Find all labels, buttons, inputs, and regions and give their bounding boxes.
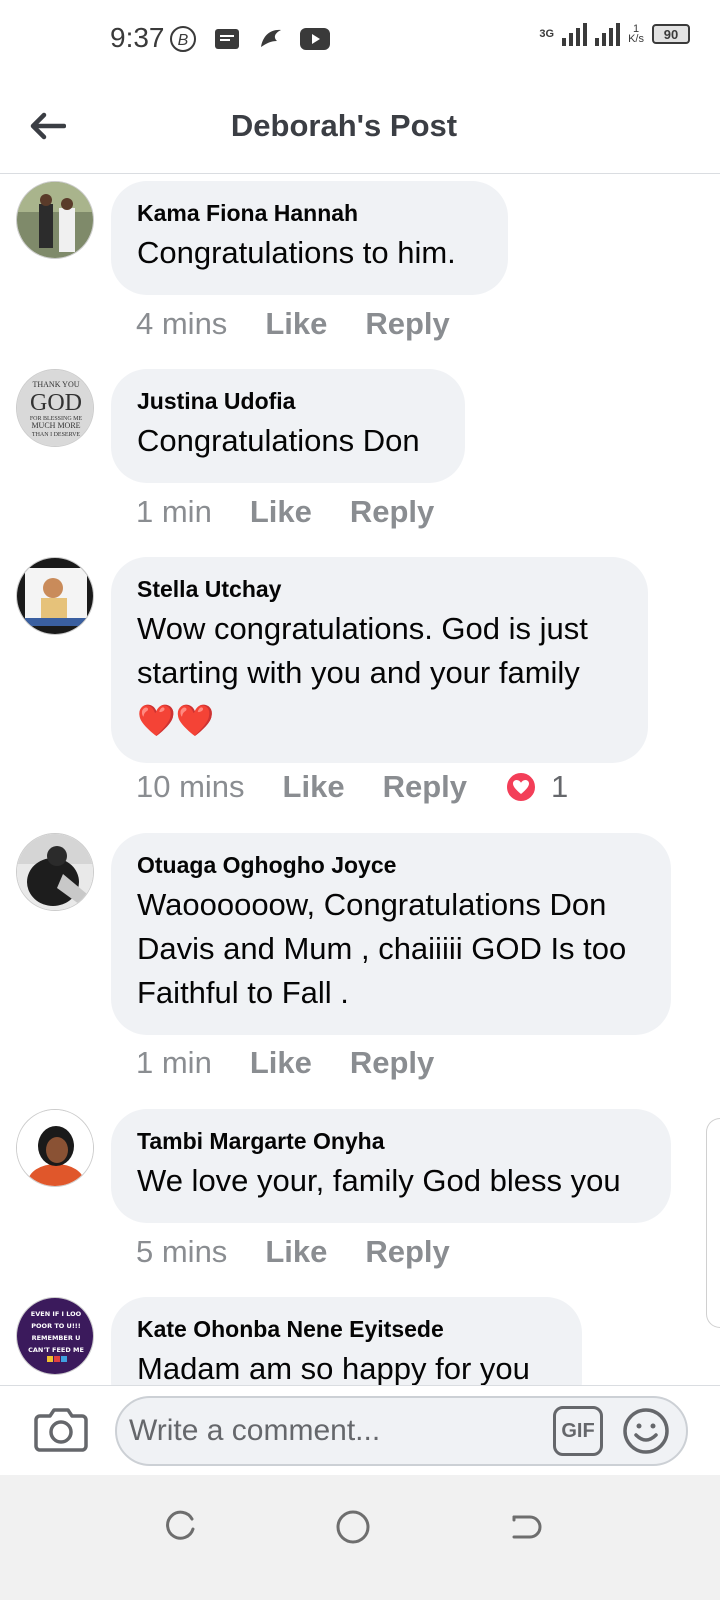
svg-text:B: B: [178, 32, 189, 49]
avatar[interactable]: EVEN IF I LOO POOR TO U!!! REMEMBER U CA…: [16, 1297, 94, 1375]
reply-button[interactable]: Reply: [365, 306, 449, 342]
camera-button[interactable]: [34, 1404, 88, 1454]
like-button[interactable]: Like: [283, 769, 345, 805]
comment-composer: GIF: [0, 1385, 720, 1475]
network-type: 3G: [539, 28, 555, 40]
camera-icon: [34, 1408, 88, 1452]
comment-actions: 5 mins Like Reply: [136, 1234, 488, 1270]
avatar-line-4: CAN'T FEED ME: [28, 1346, 84, 1354]
comment-text: Congratulations to him.: [137, 235, 456, 270]
avatar-line-2: POOR TO U!!!: [31, 1322, 81, 1330]
comment-actions: 1 min Like Reply: [136, 1045, 472, 1081]
comment-bubble[interactable]: Tambi Margarte Onyha We love your, famil…: [111, 1109, 671, 1223]
comment-bubble[interactable]: Otuaga Oghogho Joyce Waoooooow, Congratu…: [111, 833, 671, 1035]
smiley-icon: [623, 1408, 669, 1454]
comment-actions: 4 mins Like Reply: [136, 306, 488, 342]
avatar-line-3: REMEMBER U: [32, 1334, 81, 1342]
status-bar: 9:37 B 3G 1 K/s 90: [0, 0, 720, 80]
like-button[interactable]: Like: [250, 1045, 312, 1081]
avatar[interactable]: [16, 833, 94, 911]
avatar-line-1: THANK YOU: [32, 380, 79, 389]
comment-list[interactable]: Kama Fiona Hannah Congratulations to him…: [0, 175, 720, 1385]
status-right-group: 3G 1 K/s 90: [539, 22, 690, 46]
recents-button[interactable]: [156, 1503, 204, 1551]
comment-bubble[interactable]: Justina Udofia Congratulations Don: [111, 369, 465, 483]
bird-app-icon: [256, 24, 286, 54]
heart-reaction-icon: [505, 771, 537, 803]
comment-time: 10 mins: [136, 769, 245, 804]
like-button[interactable]: Like: [265, 1234, 327, 1270]
reply-button[interactable]: Reply: [383, 769, 467, 805]
comment-input-wrapper: GIF: [115, 1396, 688, 1466]
message-icon: [212, 24, 242, 54]
recents-icon: [166, 1510, 195, 1540]
signal-icon: [562, 22, 588, 46]
avatar-line-4: MUCH MORE: [31, 421, 80, 430]
back-nav-button[interactable]: [502, 1503, 550, 1551]
avatar[interactable]: [16, 557, 94, 635]
comment-text: Congratulations Don: [137, 423, 420, 458]
commenter-name[interactable]: Otuaga Oghogho Joyce: [137, 851, 645, 879]
top-bar: Deborah's Post: [0, 80, 720, 174]
status-notification-icons: B: [168, 24, 330, 54]
reaction-summary[interactable]: 1: [505, 769, 568, 805]
gif-label: GIF: [561, 1419, 595, 1442]
comment-bubble[interactable]: Stella Utchay Wow congratulations. God i…: [111, 557, 648, 763]
home-circle-icon: [336, 1510, 370, 1544]
gif-button[interactable]: GIF: [553, 1406, 603, 1456]
comment-actions: 10 mins Like Reply 1: [136, 769, 568, 805]
comment-input[interactable]: [129, 1406, 549, 1456]
comment-time: 1 min: [136, 494, 212, 529]
back-nav-icon: [512, 1515, 542, 1539]
comment-text: Waoooooow, Congratulations Don Davis and…: [137, 887, 627, 1010]
comment-emoji: ❤️❤️: [137, 703, 215, 739]
avatar-line-5: THAN I DESERVE: [32, 432, 81, 438]
comment-time: 1 min: [136, 1045, 212, 1080]
reply-button[interactable]: Reply: [350, 494, 434, 530]
comment-time: 4 mins: [136, 306, 228, 341]
b-circle-icon: B: [168, 24, 198, 54]
commenter-name[interactable]: Kama Fiona Hannah: [137, 199, 482, 227]
commenter-name[interactable]: Justina Udofia: [137, 387, 439, 415]
avatar[interactable]: [16, 181, 94, 259]
comment-time: 5 mins: [136, 1234, 228, 1269]
reply-button[interactable]: Reply: [365, 1234, 449, 1270]
reply-button[interactable]: Reply: [350, 1045, 434, 1081]
like-button[interactable]: Like: [265, 306, 327, 342]
avatar-line-1: EVEN IF I LOO: [31, 1310, 82, 1318]
signal-icon-2: [595, 22, 621, 46]
avatar[interactable]: [16, 1109, 94, 1187]
net-speed: 1 K/s: [628, 24, 644, 45]
comment-text: Wow congratulations. God is just startin…: [137, 611, 588, 690]
system-nav-bar: [0, 1475, 720, 1600]
page-title: Deborah's Post: [230, 108, 458, 143]
comment-bubble[interactable]: Kate Ohonba Nene Eyitsede Madam am so ha…: [111, 1297, 582, 1385]
battery-icon: 90: [652, 24, 690, 44]
comment-bubble[interactable]: Kama Fiona Hannah Congratulations to him…: [111, 181, 508, 295]
commenter-name[interactable]: Kate Ohonba Nene Eyitsede: [137, 1315, 556, 1343]
status-time: 9:37: [110, 22, 165, 53]
side-edge-handle[interactable]: [706, 1118, 720, 1328]
commenter-name[interactable]: Stella Utchay: [137, 575, 622, 603]
like-button[interactable]: Like: [250, 494, 312, 530]
comment-actions: 1 min Like Reply: [136, 494, 472, 530]
comment-text: We love your, family God bless you: [137, 1163, 621, 1198]
avatar[interactable]: THANK YOU GOD FOR BLESSING ME MUCH MORE …: [16, 369, 94, 447]
home-button[interactable]: [329, 1503, 377, 1551]
emoji-button[interactable]: [621, 1404, 671, 1458]
net-speed-unit: K/s: [628, 33, 644, 45]
avatar-line-2: GOD: [30, 390, 82, 416]
battery-level: 90: [663, 26, 679, 42]
commenter-name[interactable]: Tambi Margarte Onyha: [137, 1127, 645, 1155]
reaction-count: 1: [551, 769, 569, 804]
comment-text: Madam am so happy for you: [137, 1351, 530, 1385]
youtube-icon: [300, 24, 330, 54]
